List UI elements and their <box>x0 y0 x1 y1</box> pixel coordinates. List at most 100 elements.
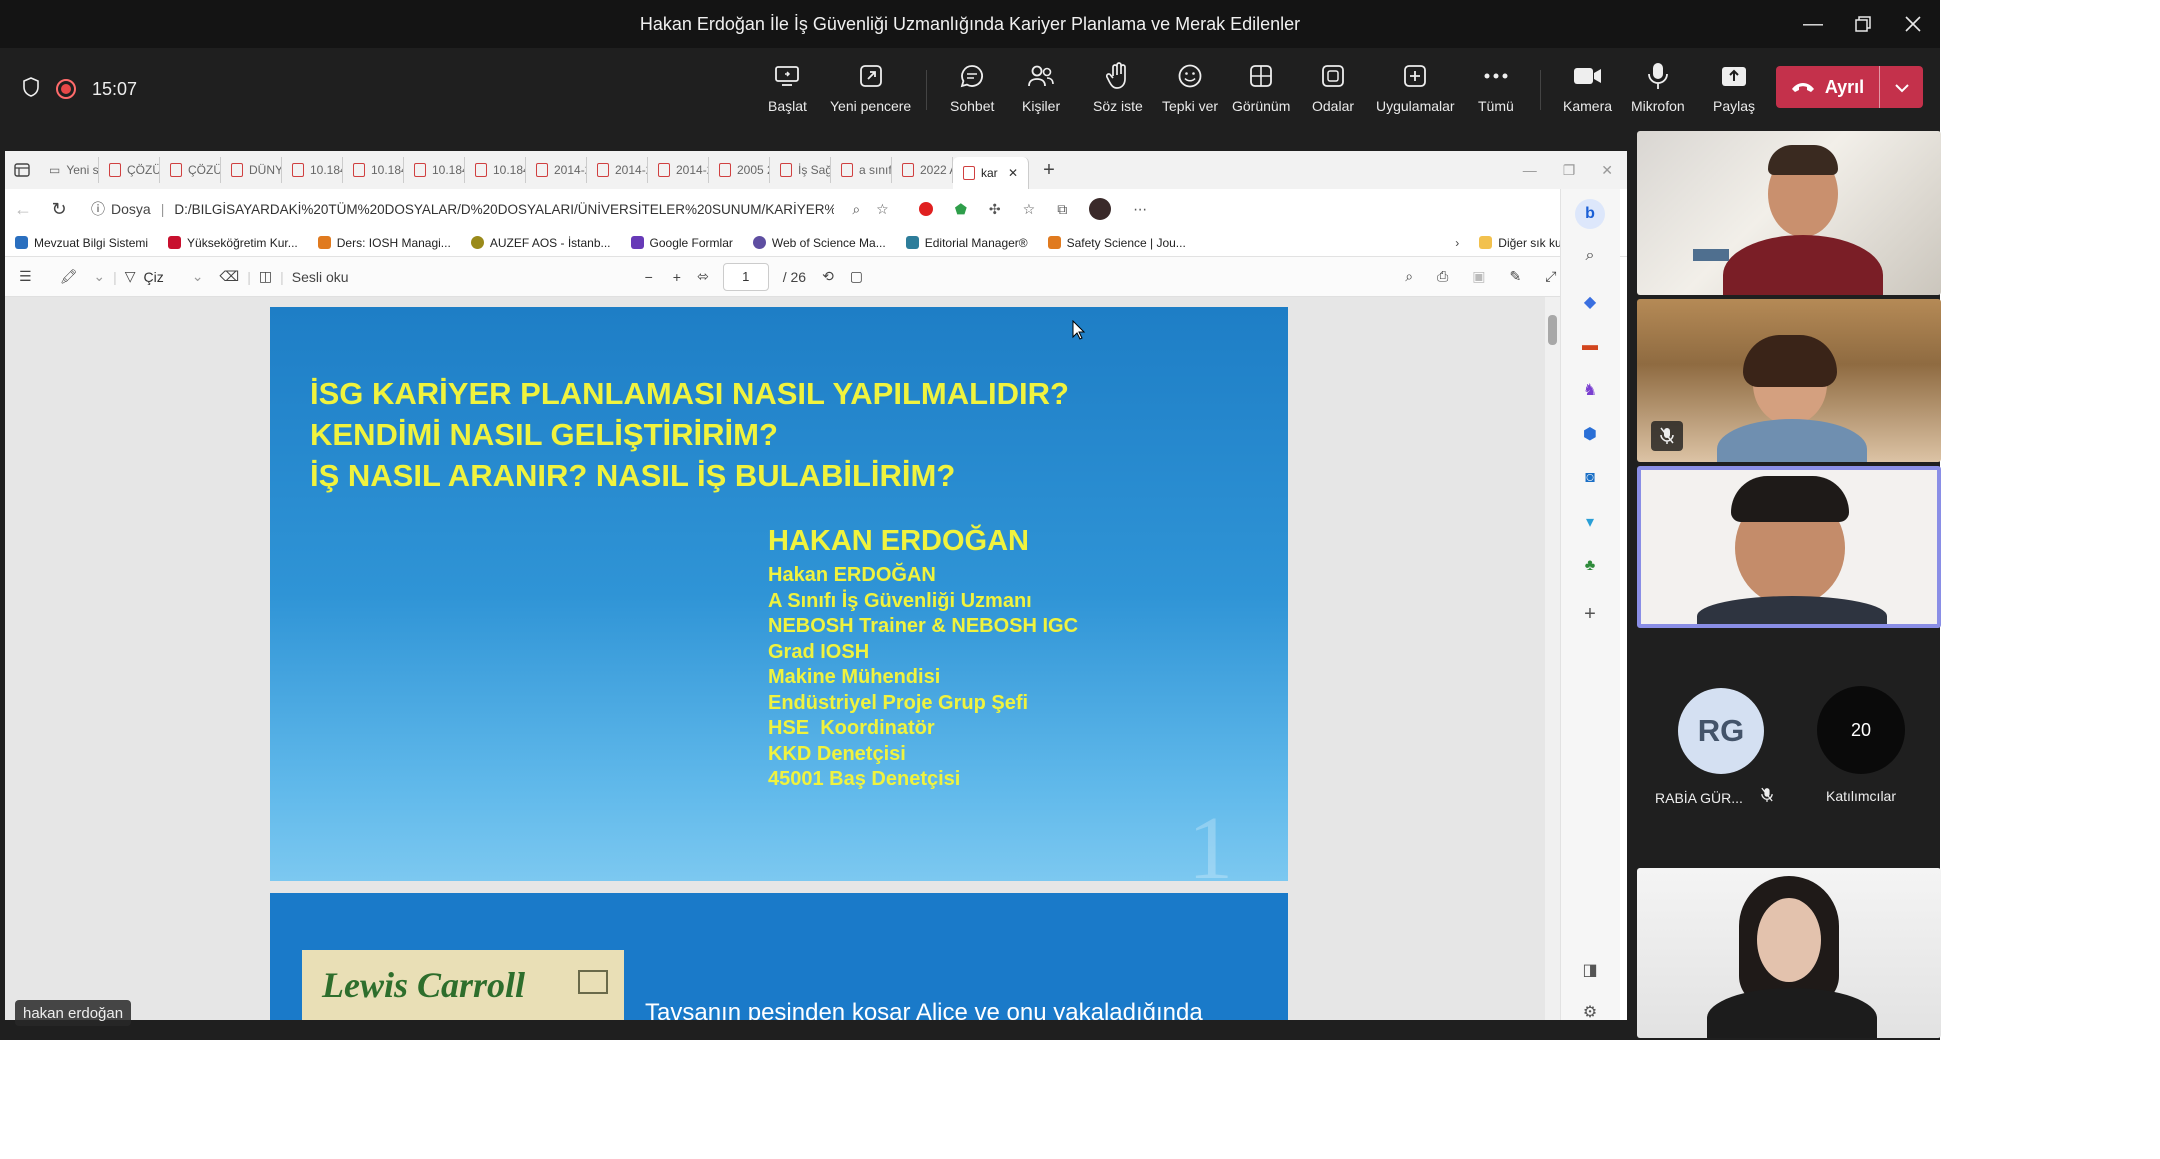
browser-tab[interactable]: 10.1840 <box>465 157 526 183</box>
browser-tab[interactable]: 2005 2 <box>709 157 770 183</box>
tools-icon[interactable]: ▬ <box>1579 335 1601 357</box>
print-icon[interactable]: ⎙ <box>1429 268 1456 285</box>
back-icon[interactable]: ← <box>5 199 41 220</box>
restore-icon[interactable] <box>1838 0 1888 48</box>
pdf-viewer[interactable]: İSG KARİYER PLANLAMASI NASIL YAPILMALIDI… <box>5 297 1560 1020</box>
bookmark-item[interactable]: Google Formlar <box>621 236 743 250</box>
apps-button[interactable]: Uygulamalar <box>1376 60 1455 122</box>
browser-tab[interactable]: 10.1840 <box>282 157 343 183</box>
extension-shield-icon[interactable]: ⬟ <box>955 201 967 218</box>
read-aloud-button[interactable]: Sesli oku <box>284 269 357 285</box>
rotate-icon[interactable]: ⟲ <box>814 268 842 285</box>
site-info[interactable]: ⓘ Dosya <box>91 199 151 219</box>
chevron-down-icon[interactable]: ⌄ <box>85 268 113 285</box>
shopping-tag-icon[interactable]: ◆ <box>1579 291 1601 313</box>
draw-label[interactable]: Çiz <box>144 269 164 285</box>
two-page-icon[interactable]: ▢ <box>842 268 871 285</box>
url-field[interactable]: D:/BILGİSAYARDAKİ%20TÜM%20DOSYALAR/D%20D… <box>174 202 834 217</box>
extensions-icon[interactable]: ✣ <box>989 201 1001 218</box>
leave-button[interactable]: Ayrıl <box>1776 66 1923 108</box>
participant-video-tile-active-speaker[interactable] <box>1637 466 1941 628</box>
new-window-button[interactable]: Yeni pencere <box>830 60 911 122</box>
collections-icon[interactable]: ⧉ <box>1057 201 1067 218</box>
view-button[interactable]: Görünüm <box>1232 60 1290 122</box>
eraser-icon[interactable]: ⌫ <box>211 268 247 285</box>
search-icon[interactable]: ⌕ <box>1397 268 1421 285</box>
sidebar-toggle-icon[interactable]: ◨ <box>1579 959 1601 981</box>
zoom-out-icon[interactable]: − <box>637 269 661 285</box>
highlight-icon[interactable]: 🖍 <box>52 268 86 285</box>
drop-icon[interactable]: ▾ <box>1579 511 1601 533</box>
outlook-icon[interactable]: ◙ <box>1579 467 1601 489</box>
page-number-input[interactable]: 1 <box>722 262 769 291</box>
participant-video-tile[interactable] <box>1637 131 1941 295</box>
bookmark-item[interactable]: Web of Science Ma... <box>743 236 896 250</box>
bookmark-item[interactable]: Yükseköğretim Kur... <box>158 236 308 250</box>
minimize-icon[interactable]: — <box>1788 0 1838 48</box>
profile-avatar[interactable] <box>1089 198 1112 220</box>
favorites-icon[interactable]: ☆ <box>1023 201 1036 218</box>
start-share-button[interactable]: Başlat <box>768 60 807 122</box>
settings-icon[interactable]: ⚙ <box>1579 1001 1601 1020</box>
m365-icon[interactable]: ⬢ <box>1579 423 1601 445</box>
browser-tab[interactable]: a sınıfı <box>831 157 892 183</box>
chevron-down-icon[interactable]: ⌄ <box>184 268 212 285</box>
browser-tab[interactable]: ▭Yeni sek <box>39 157 99 183</box>
add-icon[interactable]: + <box>1579 603 1601 625</box>
bookmark-item[interactable]: AUZEF AOS - İstanb... <box>461 236 621 250</box>
participant-count-button[interactable]: 20 <box>1817 686 1905 774</box>
browser-restore-icon[interactable]: ❐ <box>1563 162 1576 179</box>
bookmark-item[interactable]: Safety Science | Jou... <box>1038 236 1196 250</box>
search-icon[interactable]: ⌕ <box>1579 245 1601 267</box>
favorite-star-icon[interactable]: ☆ <box>876 201 889 218</box>
save-as-icon[interactable]: ✎ <box>1502 268 1530 285</box>
bing-icon[interactable]: b <box>1575 199 1605 229</box>
scrollbar-thumb[interactable] <box>1548 315 1557 345</box>
tab-actions-icon[interactable] <box>5 163 39 177</box>
browser-tab-active[interactable]: kar ✕ <box>953 157 1029 189</box>
browser-tab[interactable]: ÇÖZÜM <box>160 157 221 183</box>
rooms-button[interactable]: Odalar <box>1312 60 1354 122</box>
save-icon[interactable]: ▣ <box>1464 268 1493 285</box>
close-tab-icon[interactable]: ✕ <box>1008 166 1018 180</box>
extension-opera-icon[interactable] <box>918 202 933 216</box>
draw-icon[interactable]: ▽ <box>117 268 144 285</box>
zoom-icon[interactable]: ⌕ <box>852 201 860 218</box>
camera-button[interactable]: Kamera <box>1563 60 1612 122</box>
bookmark-item[interactable]: Mevzuat Bilgi Sistemi <box>5 236 158 250</box>
chevron-right-icon[interactable]: › <box>1445 236 1469 250</box>
tree-icon[interactable]: ♣ <box>1579 555 1601 577</box>
games-icon[interactable]: ♞ <box>1579 379 1601 401</box>
browser-tab[interactable]: ÇÖZÜM <box>99 157 160 183</box>
raise-hand-button[interactable]: Söz iste <box>1093 60 1143 122</box>
leave-options-button[interactable] <box>1880 66 1923 108</box>
browser-tab[interactable]: 10.1840 <box>343 157 404 183</box>
fit-width-icon[interactable]: ⬄ <box>689 268 717 285</box>
close-icon[interactable] <box>1888 0 1938 48</box>
browser-close-icon[interactable]: ✕ <box>1601 162 1613 179</box>
participant-video-tile[interactable] <box>1637 868 1941 1038</box>
browser-tab[interactable]: 2014-2 <box>587 157 648 183</box>
browser-tab[interactable]: 2014-2 <box>648 157 709 183</box>
share-button[interactable]: Paylaş <box>1713 60 1755 122</box>
browser-minimize-icon[interactable]: — <box>1523 162 1537 179</box>
browser-tab[interactable]: İş Sağlı <box>770 157 831 183</box>
page-view-icon[interactable]: ◫ <box>251 268 280 285</box>
zoom-in-icon[interactable]: + <box>665 269 689 285</box>
more-button[interactable]: Tümü <box>1478 60 1514 122</box>
new-tab-icon[interactable]: + <box>1029 159 1069 182</box>
browser-tab[interactable]: 10.1840 <box>404 157 465 183</box>
contents-icon[interactable]: ☰ <box>11 268 40 285</box>
leave-main[interactable]: Ayrıl <box>1776 66 1880 108</box>
chat-button[interactable]: Sohbet <box>950 60 994 122</box>
reaction-button[interactable]: Tepki ver <box>1162 60 1218 122</box>
people-button[interactable]: Kişiler <box>1022 60 1060 122</box>
participant-avatar[interactable]: RG <box>1678 688 1764 774</box>
browser-tab[interactable]: DÜNYA <box>221 157 282 183</box>
refresh-icon[interactable]: ↻ <box>41 199 77 220</box>
browser-tab[interactable]: 2014-2 <box>526 157 587 183</box>
participant-video-tile[interactable] <box>1637 299 1941 462</box>
bookmark-item[interactable]: Ders: IOSH Managi... <box>308 236 461 250</box>
browser-tab[interactable]: 2022 A <box>892 157 953 183</box>
microphone-button[interactable]: Mikrofon <box>1631 60 1685 122</box>
